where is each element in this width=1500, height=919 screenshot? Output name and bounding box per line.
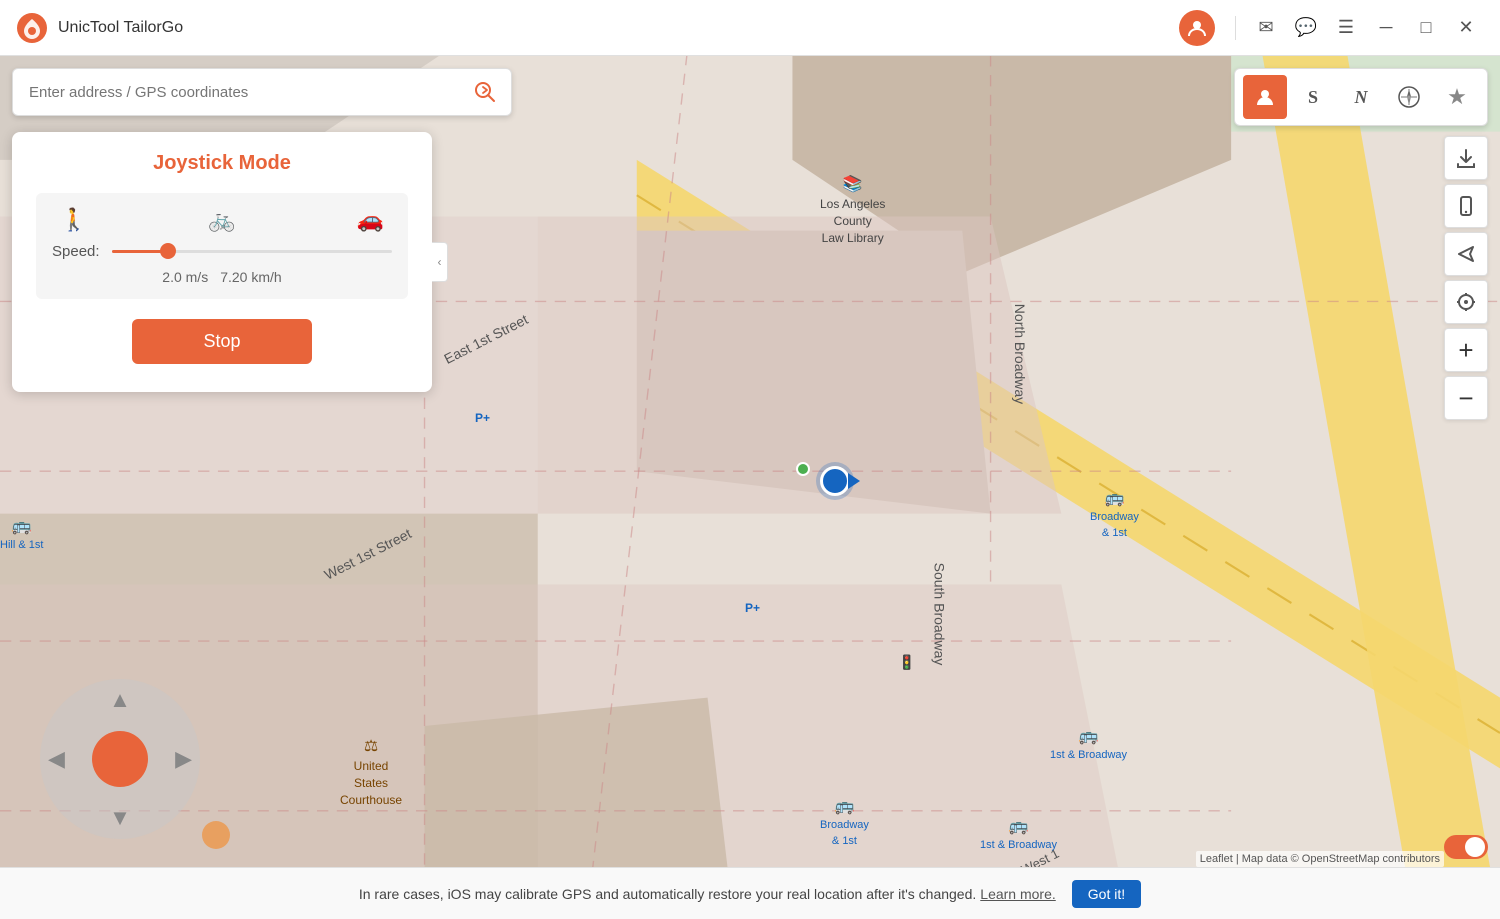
toggle-knob	[1465, 837, 1485, 857]
maximize-btn[interactable]: □	[1408, 10, 1444, 46]
joystick-right[interactable]: ▶	[175, 746, 192, 772]
parking-2: P+	[745, 601, 760, 615]
collapse-handle[interactable]: ‹	[432, 242, 448, 282]
speed-row: Speed:	[52, 241, 392, 261]
car-icon: 🚗	[357, 207, 384, 233]
close-btn[interactable]: ✕	[1448, 10, 1484, 46]
tool-stop-btn[interactable]: S	[1291, 75, 1335, 119]
title-bar: UnicTool TailorGo ✉ 💬 ☰ ─ □ ✕	[0, 0, 1500, 56]
toggle-switch[interactable]	[1444, 835, 1488, 859]
panel-title: Joystick Mode	[36, 152, 408, 175]
location-marker	[820, 466, 850, 496]
notification-link[interactable]: Learn more.	[980, 886, 1055, 902]
speed-values: 2.0 m/s 7.20 km/h	[52, 269, 392, 285]
bike-icon: 🚲	[208, 207, 235, 233]
traffic-light: 🚦	[898, 654, 915, 671]
map-toolbar: S N ★	[1234, 68, 1488, 126]
walk-icon: 🚶	[60, 207, 87, 233]
zoom-out-btn[interactable]: −	[1444, 376, 1488, 420]
device-btn[interactable]	[1444, 184, 1488, 228]
tool-location-btn[interactable]	[1243, 75, 1287, 119]
speed-thumb[interactable]	[160, 243, 176, 259]
tool-compass-btn[interactable]	[1387, 75, 1431, 119]
stop-button[interactable]: Stop	[132, 319, 312, 364]
app-title: UnicTool TailorGo	[58, 19, 183, 37]
speed-ms: 2.0 m/s	[162, 269, 208, 285]
title-bar-right: ✉ 💬 ☰ ─ □ ✕	[1179, 10, 1484, 46]
map-container[interactable]: West 1st Street East 1st Street North Br…	[0, 56, 1500, 919]
joystick-down[interactable]: ▼	[109, 805, 131, 831]
joystick-speed-dot[interactable]	[202, 821, 230, 849]
search-bar	[12, 68, 512, 116]
speed-track	[112, 250, 392, 253]
target-btn[interactable]	[1444, 280, 1488, 324]
map-attribution: Leaflet | Map data © OpenStreetMap contr…	[1196, 851, 1444, 867]
search-go-button[interactable]	[467, 74, 503, 110]
speed-label: Speed:	[52, 243, 100, 260]
notification-text: In rare cases, iOS may calibrate GPS and…	[359, 886, 976, 902]
direction-btn[interactable]	[1444, 232, 1488, 276]
speed-kmh: 7.20 km/h	[220, 269, 281, 285]
joystick-panel: Joystick Mode 🚶 🚲 🚗 Speed:	[12, 132, 432, 392]
joystick-up[interactable]: ▲	[109, 687, 131, 713]
parking-1: P+	[475, 411, 490, 425]
user-avatar[interactable]	[1179, 10, 1215, 46]
speed-slider-wrap[interactable]	[112, 241, 392, 261]
joystick-left[interactable]: ◀	[48, 746, 65, 772]
menu-btn[interactable]: ☰	[1328, 10, 1364, 46]
got-it-button[interactable]: Got it!	[1072, 880, 1141, 908]
notification-bar: In rare cases, iOS may calibrate GPS and…	[0, 867, 1500, 919]
separator	[1235, 16, 1236, 40]
tool-favorite-btn[interactable]: ★	[1435, 75, 1479, 119]
title-bar-left: UnicTool TailorGo	[16, 12, 183, 44]
joystick-center[interactable]	[92, 731, 148, 787]
search-input[interactable]	[21, 84, 467, 101]
joystick-control: ▲ ▼ ◀ ▶	[40, 679, 220, 859]
right-toolbar: + −	[1444, 136, 1488, 420]
zoom-in-btn[interactable]: +	[1444, 328, 1488, 372]
main-content: West 1st Street East 1st Street North Br…	[0, 56, 1500, 919]
joystick-ring[interactable]: ▲ ▼ ◀ ▶	[40, 679, 200, 839]
download-btn[interactable]	[1444, 136, 1488, 180]
minimize-btn[interactable]: ─	[1368, 10, 1404, 46]
tool-navigate-btn[interactable]: N	[1339, 75, 1383, 119]
speed-section: 🚶 🚲 🚗 Speed: 2.0 m/s	[36, 193, 408, 299]
app-logo	[16, 12, 48, 44]
chat-btn[interactable]: 💬	[1288, 10, 1324, 46]
speed-icons: 🚶 🚲 🚗	[52, 207, 392, 233]
mail-btn[interactable]: ✉	[1248, 10, 1284, 46]
